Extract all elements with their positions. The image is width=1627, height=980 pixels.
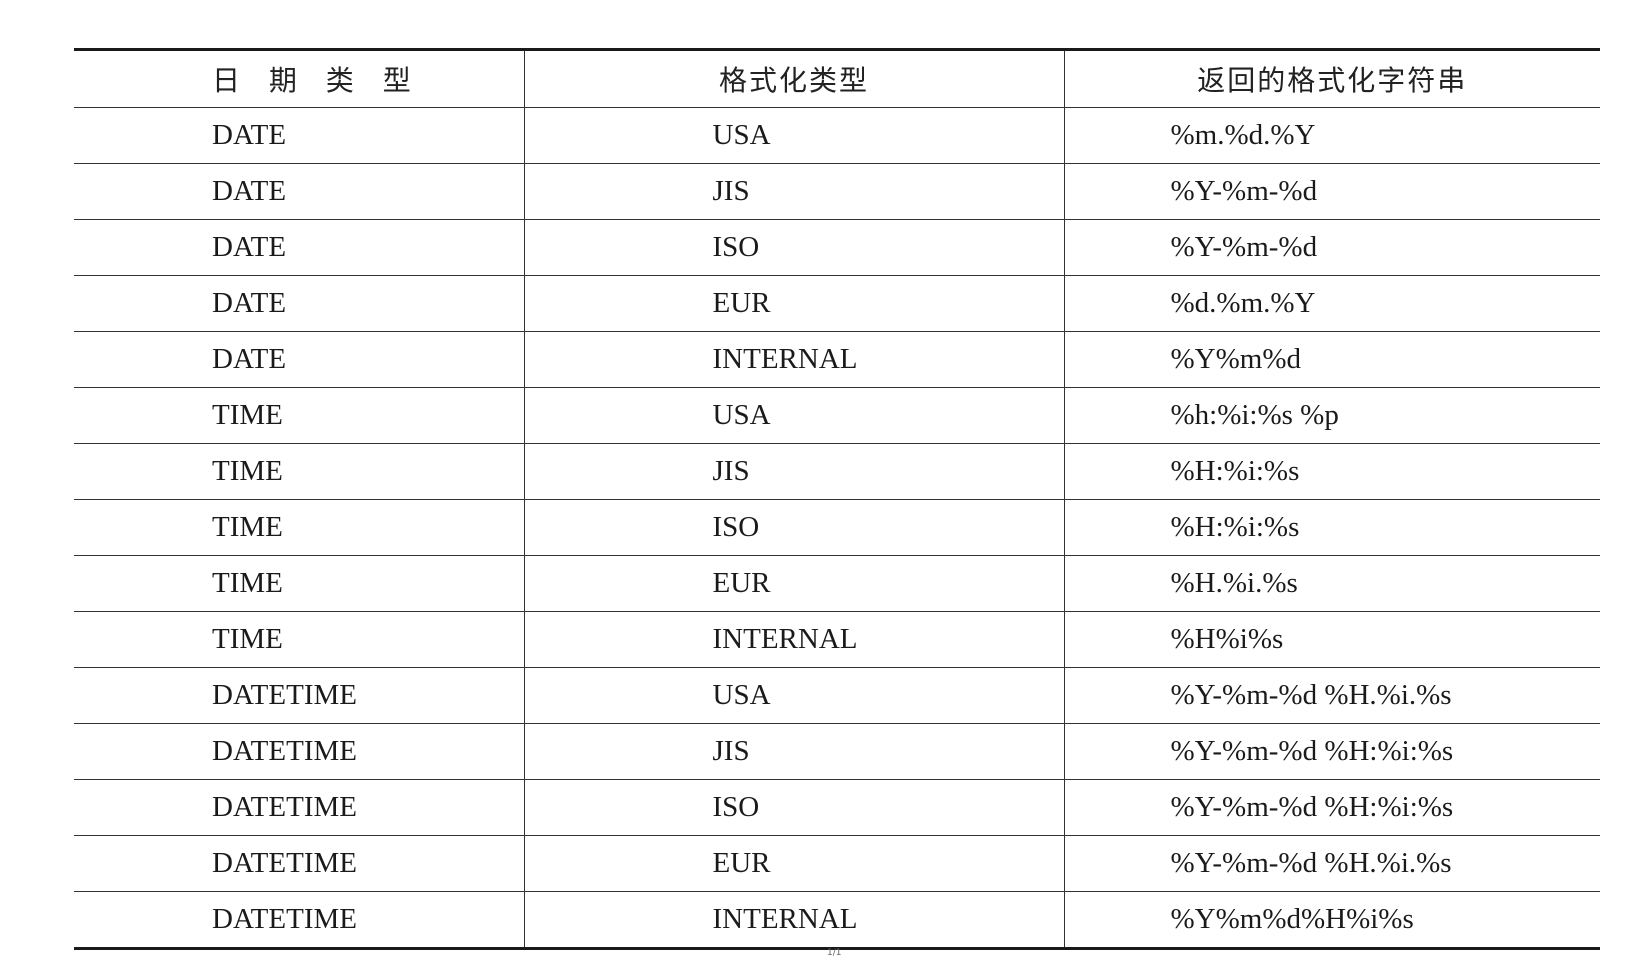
- cell-format-type: USA: [523, 667, 1064, 724]
- table-row: DATETIME JIS %Y-%m-%d %H:%i:%s: [74, 723, 1600, 780]
- table-row: DATETIME EUR %Y-%m-%d %H.%i.%s: [74, 835, 1600, 892]
- cell-date-type: TIME: [74, 499, 524, 556]
- cell-format-type: ISO: [523, 499, 1064, 556]
- cell-format-type: JIS: [523, 723, 1064, 780]
- table-row: TIME JIS %H:%i:%s: [74, 443, 1600, 500]
- cell-format-string: %H:%i:%s: [1063, 443, 1600, 500]
- cell-date-type: DATE: [74, 331, 524, 388]
- page-number: 1/1: [827, 948, 842, 958]
- cell-date-type: DATETIME: [74, 779, 524, 836]
- cell-format-type: INTERNAL: [523, 891, 1064, 949]
- table-body: DATE USA %m.%d.%Y DATE JIS %Y-%m-%d DATE…: [74, 107, 1600, 949]
- header-row: 日 期 类 型 格式化类型 返回的格式化字符串: [74, 49, 1600, 108]
- table-row: DATETIME USA %Y-%m-%d %H.%i.%s: [74, 667, 1600, 724]
- cell-format-type: ISO: [523, 219, 1064, 276]
- cell-date-type: DATE: [74, 219, 524, 276]
- cell-format-string: %Y%m%d%H%i%s: [1063, 891, 1600, 949]
- cell-format-type: JIS: [523, 443, 1064, 500]
- table-row: TIME EUR %H.%i.%s: [74, 555, 1600, 612]
- table-row: DATE EUR %d.%m.%Y: [74, 275, 1600, 332]
- cell-format-type: INTERNAL: [523, 331, 1064, 388]
- cell-format-string: %Y%m%d: [1063, 331, 1600, 388]
- cell-format-string: %Y-%m-%d: [1063, 163, 1600, 220]
- header-date-type: 日 期 类 型: [74, 49, 524, 108]
- cell-format-type: USA: [523, 387, 1064, 444]
- cell-date-type: DATETIME: [74, 835, 524, 892]
- cell-format-string: %Y-%m-%d %H:%i:%s: [1063, 779, 1600, 836]
- cell-date-type: TIME: [74, 387, 524, 444]
- table-row: DATE ISO %Y-%m-%d: [74, 219, 1600, 276]
- table-row: TIME INTERNAL %H%i%s: [74, 611, 1600, 668]
- format-table-container: 日 期 类 型 格式化类型 返回的格式化字符串 DATE USA %m.%d.%…: [74, 48, 1600, 950]
- cell-date-type: DATE: [74, 275, 524, 332]
- cell-date-type: TIME: [74, 611, 524, 668]
- table-row: DATETIME INTERNAL %Y%m%d%H%i%s: [74, 891, 1600, 949]
- cell-format-string: %H%i%s: [1063, 611, 1600, 668]
- cell-format-string: %H.%i.%s: [1063, 555, 1600, 612]
- cell-format-string: %Y-%m-%d %H:%i:%s: [1063, 723, 1600, 780]
- cell-format-type: EUR: [523, 555, 1064, 612]
- cell-format-type: ISO: [523, 779, 1064, 836]
- date-format-table: 日 期 类 型 格式化类型 返回的格式化字符串 DATE USA %m.%d.%…: [74, 48, 1600, 950]
- table-row: DATE JIS %Y-%m-%d: [74, 163, 1600, 220]
- header-format-string: 返回的格式化字符串: [1063, 49, 1600, 108]
- cell-format-string: %h:%i:%s %p: [1063, 387, 1600, 444]
- table-row: DATE INTERNAL %Y%m%d: [74, 331, 1600, 388]
- cell-date-type: DATE: [74, 163, 524, 220]
- header-format-type: 格式化类型: [523, 49, 1064, 108]
- cell-format-string: %H:%i:%s: [1063, 499, 1600, 556]
- cell-date-type: DATETIME: [74, 723, 524, 780]
- cell-date-type: TIME: [74, 443, 524, 500]
- cell-format-string: %Y-%m-%d %H.%i.%s: [1063, 835, 1600, 892]
- table-row: DATETIME ISO %Y-%m-%d %H:%i:%s: [74, 779, 1600, 836]
- table-row: TIME USA %h:%i:%s %p: [74, 387, 1600, 444]
- cell-date-type: DATETIME: [74, 667, 524, 724]
- cell-format-type: EUR: [523, 275, 1064, 332]
- cell-format-string: %d.%m.%Y: [1063, 275, 1600, 332]
- table-row: DATE USA %m.%d.%Y: [74, 107, 1600, 164]
- cell-format-type: INTERNAL: [523, 611, 1064, 668]
- table-row: TIME ISO %H:%i:%s: [74, 499, 1600, 556]
- cell-format-string: %Y-%m-%d: [1063, 219, 1600, 276]
- cell-format-string: %Y-%m-%d %H.%i.%s: [1063, 667, 1600, 724]
- cell-format-type: JIS: [523, 163, 1064, 220]
- cell-date-type: TIME: [74, 555, 524, 612]
- cell-date-type: DATE: [74, 107, 524, 164]
- cell-format-type: EUR: [523, 835, 1064, 892]
- cell-date-type: DATETIME: [74, 891, 524, 949]
- cell-format-type: USA: [523, 107, 1064, 164]
- table-header: 日 期 类 型 格式化类型 返回的格式化字符串: [74, 49, 1600, 108]
- cell-format-string: %m.%d.%Y: [1063, 107, 1600, 164]
